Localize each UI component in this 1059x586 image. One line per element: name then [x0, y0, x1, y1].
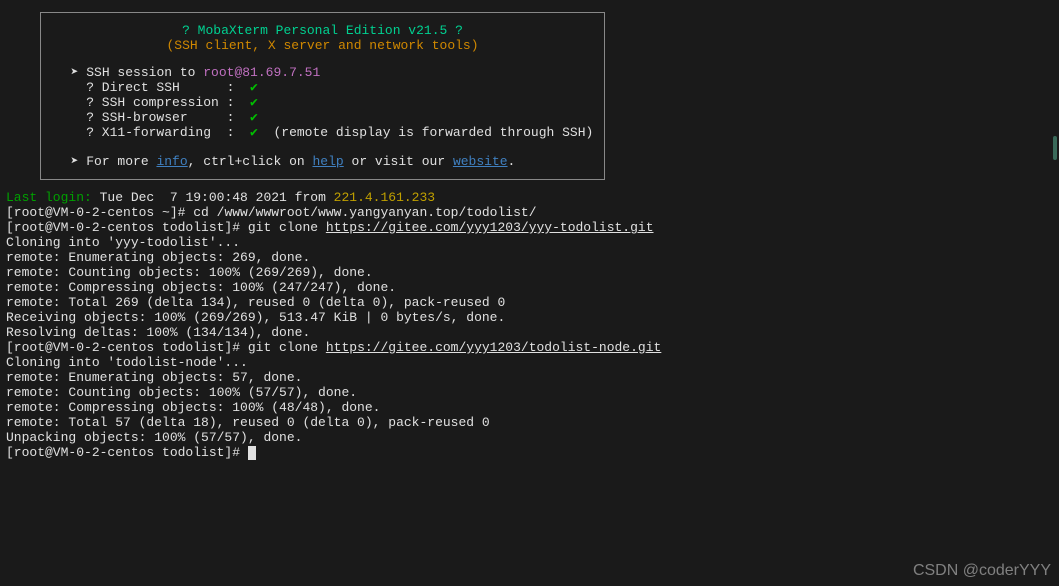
x11-forwarding: ? X11-forwarding : ✔ (remote display is …	[55, 125, 590, 140]
output-line: Cloning into 'todolist-node'...	[6, 355, 1053, 370]
command: cd /www/wwwroot/www.yangyanyan.top/todol…	[193, 205, 536, 220]
prompt: [root@VM-0-2-centos ~]#	[6, 205, 193, 220]
item-label: ? X11-forwarding :	[55, 125, 250, 140]
blank-line	[55, 140, 590, 154]
current-prompt-line[interactable]: [root@VM-0-2-centos todolist]#	[6, 445, 1053, 460]
scrollbar-thumb[interactable]	[1053, 136, 1057, 160]
last-login-line: Last login: Tue Dec 7 19:00:48 2021 from…	[6, 190, 1053, 205]
more-info-line: ➤ For more info, ctrl+click on help or v…	[55, 154, 590, 169]
cursor-icon	[248, 446, 256, 460]
git-url-link[interactable]: https://gitee.com/yyy1203/todolist-node.…	[326, 340, 661, 355]
prompt: [root@VM-0-2-centos todolist]#	[6, 220, 248, 235]
output-line: remote: Counting objects: 100% (269/269)…	[6, 265, 1053, 280]
output-line: Cloning into 'yyy-todolist'...	[6, 235, 1053, 250]
output-line: remote: Enumerating objects: 57, done.	[6, 370, 1053, 385]
website-link[interactable]: website	[453, 154, 508, 169]
command-prefix: git clone	[248, 340, 326, 355]
last-login-ip: 221.4.161.233	[334, 190, 435, 205]
output-line: remote: Total 57 (delta 18), reused 0 (d…	[6, 415, 1053, 430]
prompt: [root@VM-0-2-centos todolist]#	[6, 340, 248, 355]
help-link[interactable]: help	[313, 154, 344, 169]
git-url-link[interactable]: https://gitee.com/yyy1203/yyy-todolist.g…	[326, 220, 654, 235]
check-icon: ✔	[250, 80, 258, 95]
prompt: [root@VM-0-2-centos todolist]#	[6, 445, 248, 460]
last-login-label: Last login:	[6, 190, 92, 205]
ssh-compression: ? SSH compression : ✔	[55, 95, 590, 110]
info-link[interactable]: info	[156, 154, 187, 169]
output-line: remote: Compressing objects: 100% (48/48…	[6, 400, 1053, 415]
cmd-line-2: [root@VM-0-2-centos todolist]# git clone…	[6, 220, 1053, 235]
ssh-browser: ? SSH-browser : ✔	[55, 110, 590, 125]
banner-title: ? MobaXterm Personal Edition v21.5 ?	[55, 23, 590, 38]
item-label: ? Direct SSH :	[55, 80, 250, 95]
cmd-line-3: [root@VM-0-2-centos todolist]# git clone…	[6, 340, 1053, 355]
more-mid1: , ctrl+click on	[188, 154, 313, 169]
output-line: Receiving objects: 100% (269/269), 513.4…	[6, 310, 1053, 325]
output-line: remote: Compressing objects: 100% (247/2…	[6, 280, 1053, 295]
output-line: Resolving deltas: 100% (134/134), done.	[6, 325, 1053, 340]
x11-suffix: (remote display is forwarded through SSH…	[258, 125, 593, 140]
output-line: Unpacking objects: 100% (57/57), done.	[6, 430, 1053, 445]
last-login-time: Tue Dec 7 19:00:48 2021 from	[92, 190, 334, 205]
welcome-banner: ? MobaXterm Personal Edition v21.5 ? (SS…	[40, 12, 605, 180]
terminal-output[interactable]: ? MobaXterm Personal Edition v21.5 ? (SS…	[0, 0, 1059, 466]
banner-subtitle: (SSH client, X server and network tools)	[55, 38, 590, 53]
more-prefix: ➤ For more	[55, 154, 156, 169]
session-prefix: ➤ SSH session to	[55, 65, 203, 80]
more-mid2: or visit our	[344, 154, 453, 169]
output-line: remote: Enumerating objects: 269, done.	[6, 250, 1053, 265]
item-label: ? SSH compression :	[55, 95, 250, 110]
ssh-target: root@81.69.7.51	[203, 65, 320, 80]
output-line: remote: Total 269 (delta 134), reused 0 …	[6, 295, 1053, 310]
item-label: ? SSH-browser :	[55, 110, 250, 125]
ssh-direct: ? Direct SSH : ✔	[55, 80, 590, 95]
output-line: remote: Counting objects: 100% (57/57), …	[6, 385, 1053, 400]
check-icon: ✔	[250, 95, 258, 110]
check-icon: ✔	[250, 125, 258, 140]
check-icon: ✔	[250, 110, 258, 125]
watermark-text: CSDN @coderYYY	[913, 563, 1051, 578]
more-end: .	[508, 154, 516, 169]
command-prefix: git clone	[248, 220, 326, 235]
ssh-session-line: ➤ SSH session to root@81.69.7.51	[55, 65, 590, 80]
cmd-line-1: [root@VM-0-2-centos ~]# cd /www/wwwroot/…	[6, 205, 1053, 220]
